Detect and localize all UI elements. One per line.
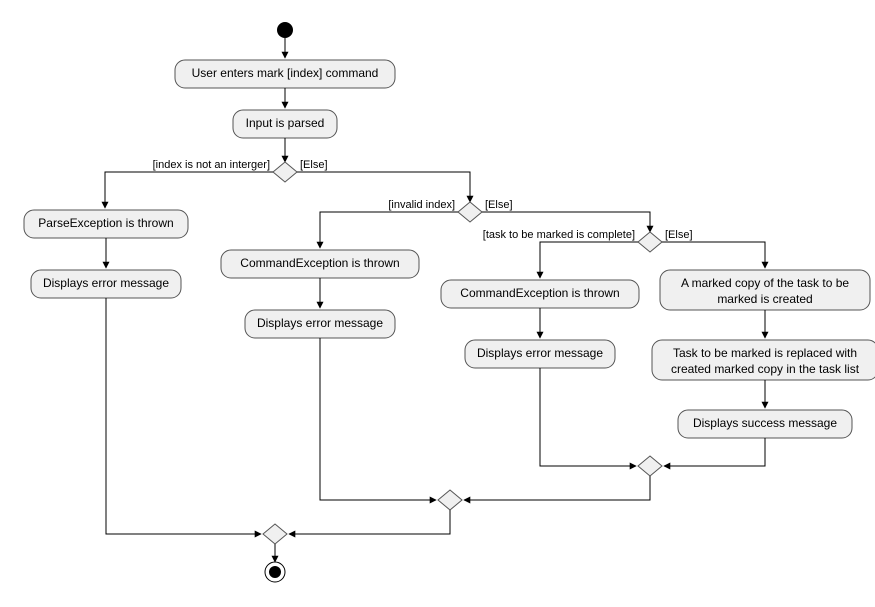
edge xyxy=(105,172,273,208)
guard-label: [Else] xyxy=(485,199,513,211)
guard-label: [invalid index] xyxy=(388,199,455,211)
edge xyxy=(106,298,261,534)
guard-label: [task to be marked is complete] xyxy=(483,229,635,241)
node-label: created marked copy in the task list xyxy=(671,362,860,376)
node-label: A marked copy of the task to be xyxy=(681,276,849,290)
edge xyxy=(664,438,765,466)
node-label: CommandException is thrown xyxy=(240,256,399,270)
decision-invalid-index xyxy=(458,202,482,222)
activity-diagram: User enters mark [index] command Input i… xyxy=(10,10,875,597)
guard-label: [index is not an interger] xyxy=(153,159,270,171)
guard-label: [Else] xyxy=(300,159,328,171)
node-label: Input is parsed xyxy=(246,116,325,130)
edge xyxy=(320,212,458,248)
final-node-inner xyxy=(269,566,281,578)
node-label: Displays error message xyxy=(257,316,383,330)
node-label: Task to be marked is replaced with xyxy=(673,346,857,360)
node-label: marked is created xyxy=(717,292,812,306)
merge-2 xyxy=(438,490,462,510)
decision-index-integer xyxy=(273,162,297,182)
merge-3 xyxy=(638,456,662,476)
merge-1 xyxy=(263,524,287,544)
node-label: Displays success message xyxy=(693,416,837,430)
node-label: Displays error message xyxy=(43,276,169,290)
edge xyxy=(297,172,470,202)
edge xyxy=(289,510,450,534)
edge xyxy=(540,368,636,466)
node-label: ParseException is thrown xyxy=(38,216,173,230)
initial-node xyxy=(277,22,293,38)
edge xyxy=(464,476,650,500)
edge xyxy=(540,242,638,278)
edge xyxy=(320,338,436,500)
edge xyxy=(662,242,765,268)
guard-label: [Else] xyxy=(665,229,693,241)
node-label: CommandException is thrown xyxy=(460,286,619,300)
node-label: Displays error message xyxy=(477,346,603,360)
node-label: User enters mark [index] command xyxy=(192,66,379,80)
decision-task-complete xyxy=(638,232,662,252)
